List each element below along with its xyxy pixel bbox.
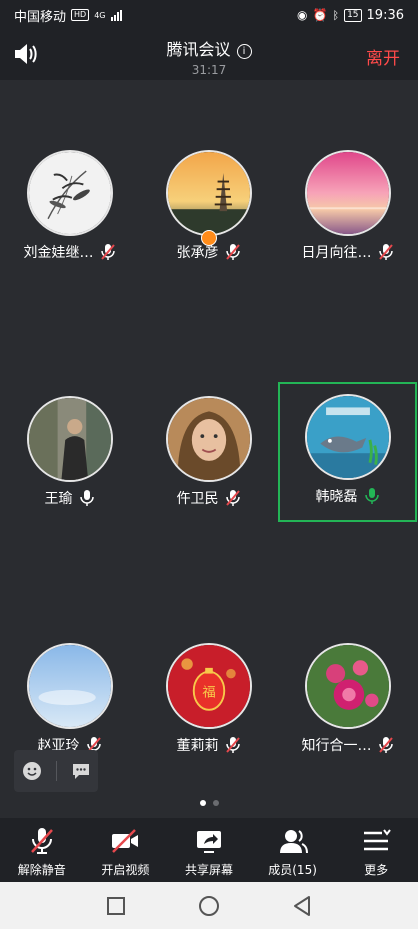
meeting-toolbar: 解除静音 开启视频 共享屏幕 成员(15) 更多 bbox=[0, 818, 418, 882]
mic-muted-icon bbox=[225, 243, 241, 261]
meeting-title: 腾讯会议 bbox=[166, 40, 231, 59]
status-bar: 中国移动 HD 4G ◉ ⏰ ᛒ 15 19:36 bbox=[0, 0, 418, 30]
meeting-timer: 31:17 bbox=[191, 63, 227, 77]
participant-name: 韩晓磊 bbox=[315, 489, 358, 505]
participant-name: 董莉莉 bbox=[176, 738, 219, 754]
mic-muted-icon bbox=[378, 243, 394, 261]
chat-icon[interactable] bbox=[70, 760, 92, 782]
mic-muted-icon bbox=[100, 243, 116, 261]
more-button[interactable]: 更多 bbox=[334, 818, 418, 882]
avatar: 福 bbox=[165, 643, 252, 729]
avatar bbox=[304, 150, 391, 236]
members-icon bbox=[279, 830, 308, 854]
participant-tile[interactable]: 日月向往… bbox=[278, 138, 417, 278]
participant-name: 日月向往… bbox=[301, 245, 372, 261]
avatar bbox=[26, 396, 113, 482]
share-screen-icon bbox=[196, 831, 221, 853]
avatar bbox=[304, 643, 391, 729]
more-label: 更多 bbox=[364, 863, 389, 877]
emoji-icon[interactable] bbox=[21, 760, 43, 782]
avatar bbox=[165, 150, 252, 236]
participant-name: 王瑜 bbox=[44, 491, 73, 507]
carrier-label: 中国移动 bbox=[14, 9, 67, 25]
avatar bbox=[26, 643, 113, 729]
page-indicator[interactable] bbox=[0, 800, 418, 806]
bluetooth-icon: ᛒ bbox=[332, 8, 340, 22]
participant-name: 刘金娃继… bbox=[23, 245, 94, 261]
battery-icon: 15 bbox=[344, 8, 362, 22]
reaction-panel bbox=[14, 750, 98, 792]
participant-tile-active[interactable]: 韩晓磊 bbox=[278, 382, 417, 522]
participant-name: 张承彦 bbox=[176, 245, 219, 261]
home-icon[interactable] bbox=[197, 894, 221, 918]
page-dot-active[interactable] bbox=[199, 800, 206, 806]
share-screen-label: 共享屏幕 bbox=[184, 863, 233, 877]
page-dot[interactable] bbox=[212, 800, 219, 806]
mic-icon bbox=[79, 489, 95, 507]
participant-tile[interactable]: 王瑜 bbox=[0, 384, 139, 524]
participant-name: 仵卫民 bbox=[176, 491, 219, 507]
mic-muted-icon bbox=[378, 736, 394, 754]
clock: 19:36 bbox=[366, 7, 404, 23]
members-button[interactable]: 成员(15) bbox=[251, 818, 335, 882]
recent-apps-icon[interactable] bbox=[104, 894, 128, 918]
info-icon[interactable]: i bbox=[236, 44, 252, 59]
mic-muted-icon bbox=[30, 828, 53, 854]
svg-text:福: 福 bbox=[202, 684, 215, 700]
signal-icon bbox=[110, 9, 122, 21]
leave-button[interactable]: 离开 bbox=[366, 44, 400, 69]
unmute-label: 解除静音 bbox=[17, 863, 66, 877]
start-video-label: 开启视频 bbox=[101, 863, 150, 877]
start-video-button[interactable]: 开启视频 bbox=[84, 818, 168, 882]
network-type: 4G bbox=[94, 10, 106, 20]
alarm-icon: ⏰ bbox=[312, 8, 328, 22]
eye-icon: ◉ bbox=[297, 8, 308, 22]
participant-name: 知行合一… bbox=[301, 738, 372, 754]
mic-speaking-icon bbox=[364, 487, 380, 505]
divider bbox=[55, 761, 57, 781]
system-nav-bar bbox=[0, 882, 418, 929]
participant-tile[interactable]: 知行合一… bbox=[278, 631, 417, 771]
participant-tile[interactable]: 福 董莉莉 bbox=[139, 631, 278, 771]
participant-tile[interactable]: 刘金娃继… bbox=[0, 138, 139, 278]
more-menu-icon bbox=[364, 829, 391, 851]
meeting-header: 腾讯会议 i 31:17 离开 bbox=[0, 30, 418, 80]
share-screen-button[interactable]: 共享屏幕 bbox=[167, 818, 251, 882]
participant-tile[interactable]: 仵卫民 bbox=[139, 384, 278, 524]
avatar bbox=[304, 394, 391, 480]
unmute-button[interactable]: 解除静音 bbox=[0, 818, 84, 882]
mic-muted-icon bbox=[225, 489, 241, 507]
avatar bbox=[26, 150, 113, 236]
members-label: 成员(15) bbox=[268, 863, 317, 877]
participant-tile[interactable]: 张承彦 bbox=[139, 138, 278, 278]
avatar bbox=[165, 396, 252, 482]
back-icon[interactable] bbox=[290, 894, 314, 918]
hd-badge: HD bbox=[71, 9, 90, 21]
video-off-icon bbox=[112, 829, 139, 853]
mic-muted-icon bbox=[225, 736, 241, 754]
